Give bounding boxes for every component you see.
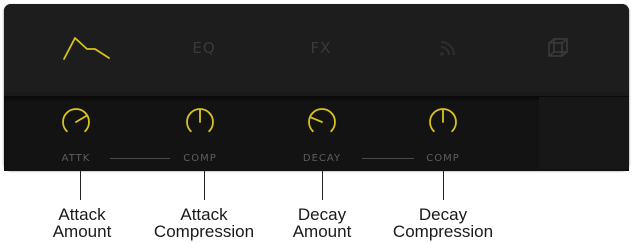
cube-icon xyxy=(548,38,568,57)
callout-pointer xyxy=(443,170,444,200)
knob-indicator xyxy=(310,116,323,123)
decay-connector xyxy=(362,158,414,159)
knob-ring xyxy=(62,108,90,133)
tab-fx[interactable]: FX xyxy=(291,26,351,70)
knob-ring xyxy=(308,108,336,133)
knob-indicator xyxy=(75,114,88,123)
tab-eq-label: EQ xyxy=(192,39,216,57)
tab-cube[interactable] xyxy=(528,26,588,70)
attack-compression-knob[interactable] xyxy=(184,106,216,138)
callout-decay-compression: Decay Compression xyxy=(363,206,523,240)
callout-pointer xyxy=(80,170,81,200)
envelope-shape-icon xyxy=(63,37,110,60)
tab-envelope[interactable] xyxy=(57,26,117,70)
knob-label-comp: COMP xyxy=(426,153,460,164)
tab-bar: EQ FX xyxy=(4,4,629,92)
callout-pointer xyxy=(204,170,205,200)
attack-connector xyxy=(110,158,170,159)
knob-label-comp: COMP xyxy=(183,153,217,164)
tab-rss[interactable] xyxy=(418,26,478,70)
rss-icon xyxy=(440,41,455,56)
tab-eq[interactable]: EQ xyxy=(174,26,234,70)
decay-compression-knob[interactable] xyxy=(427,106,459,138)
callout-pointer xyxy=(322,170,323,200)
synth-panel: EQ FX ATTK COMP DECAY COMP xyxy=(4,4,629,171)
callout-line-2: Compression xyxy=(392,222,494,241)
knob-label-decay: DECAY xyxy=(302,153,342,164)
decay-amount-knob[interactable] xyxy=(306,106,338,138)
knob-label-attk: ATTK xyxy=(61,153,91,164)
knob-row: ATTK COMP DECAY COMP xyxy=(4,96,629,171)
tab-fx-label: FX xyxy=(310,39,332,57)
callout-line-1: Decay xyxy=(418,205,468,224)
attack-amount-knob[interactable] xyxy=(60,106,92,138)
